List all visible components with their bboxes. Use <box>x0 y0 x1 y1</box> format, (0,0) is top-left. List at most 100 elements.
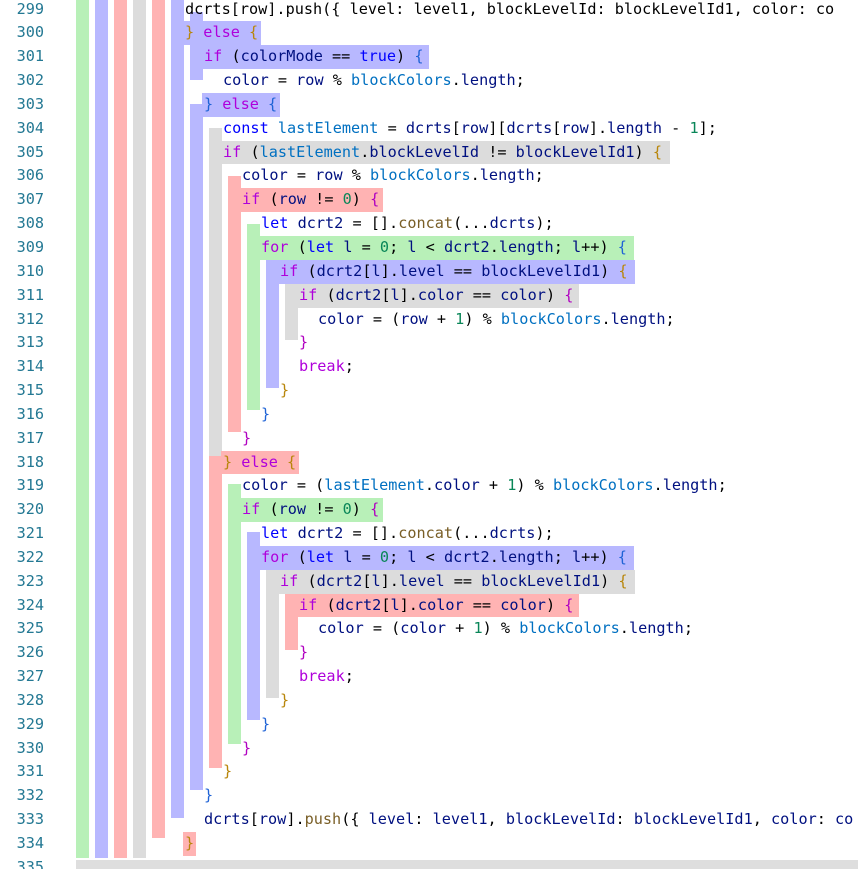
code-token: } <box>223 452 233 471</box>
code-token: ; <box>344 357 354 376</box>
horizontal-scrollbar[interactable] <box>76 860 858 869</box>
code-line[interactable]: } <box>204 784 213 808</box>
code-token: if <box>280 261 299 280</box>
code-token: ) % <box>516 476 553 495</box>
code-token: . <box>653 476 663 495</box>
line-number: 310 <box>16 261 44 280</box>
code-line[interactable]: if (dcrt2[l].level == blockLevelId1) { <box>278 259 635 284</box>
code-line[interactable]: if (row != 0) { <box>240 188 384 213</box>
code-line[interactable]: if (dcrt2[l].color == color) { <box>297 283 580 308</box>
code-token: length <box>498 547 554 566</box>
code-token: if <box>242 500 261 519</box>
code-token: true <box>359 47 397 66</box>
code-line[interactable]: color = (row + 1) % blockColors.length; <box>318 308 675 332</box>
code-line[interactable]: } else { <box>202 92 281 117</box>
code-line[interactable]: if (dcrt2[l].level == blockLevelId1) { <box>278 569 635 594</box>
code-token: { <box>617 238 627 256</box>
code-token: ++) <box>581 238 618 256</box>
code-line[interactable]: } <box>299 641 308 665</box>
code-token: l <box>371 261 381 280</box>
indent-guide <box>133 0 146 858</box>
code-line[interactable]: } <box>261 713 270 737</box>
code-line[interactable]: break; <box>299 665 354 689</box>
code-token: != <box>306 500 343 519</box>
line-number: 311 <box>16 285 44 304</box>
code-token: color <box>434 476 480 495</box>
code-token: = <box>268 71 297 90</box>
code-line[interactable]: const lastElement = dcrts[row][dcrts[row… <box>223 117 717 141</box>
line-number: 333 <box>16 810 44 829</box>
code-token: ) <box>600 571 619 590</box>
code-line[interactable]: color = row % blockColors.length; <box>242 164 544 188</box>
code-token: = []. <box>343 214 399 233</box>
code-line[interactable]: } <box>299 331 308 355</box>
code-token: ; <box>553 238 573 256</box>
code-token: else <box>213 94 269 113</box>
code-token: } <box>185 23 195 42</box>
code-line[interactable]: } else { <box>183 21 262 46</box>
line-number: 299 <box>16 0 44 18</box>
code-line[interactable]: dcrts[row].push({ level: level1, blockLe… <box>185 0 834 21</box>
code-token: l <box>572 238 582 256</box>
line-number: 313 <box>16 333 44 352</box>
code-line[interactable]: break; <box>299 355 354 379</box>
code-token: l <box>390 595 400 614</box>
code-token: blockColors <box>552 476 654 495</box>
code-line[interactable]: } else { <box>221 450 300 475</box>
code-line[interactable]: } <box>223 760 232 784</box>
code-line[interactable]: let dcrt2 = [].concat(...dcrts); <box>261 522 554 546</box>
code-line[interactable]: } <box>261 403 270 427</box>
code-token: ]; <box>698 118 717 137</box>
code-token: ++) <box>581 547 618 566</box>
code-line[interactable]: color = row % blockColors.length; <box>223 69 525 93</box>
code-token: ( <box>298 261 317 280</box>
code-token: . <box>424 476 435 495</box>
code-token: == <box>444 571 482 590</box>
code-token: color <box>500 285 546 304</box>
code-token: dcrt2 <box>316 571 363 590</box>
code-token: ) <box>545 285 565 304</box>
code-line[interactable]: color = (lastElement.color + 1) % blockC… <box>242 474 727 498</box>
code-line[interactable]: if (row != 0) { <box>240 498 384 523</box>
line-number: 323 <box>16 571 44 590</box>
code-line[interactable]: } <box>183 832 197 856</box>
code-token: + <box>446 619 474 638</box>
line-number: 307 <box>16 190 44 209</box>
code-token: color <box>318 619 364 638</box>
code-line[interactable]: for (let l = 0; l < dcrt2.length; l++) { <box>259 236 635 260</box>
code-line[interactable]: if (lastElement.blockLevelId != blockLev… <box>221 140 671 165</box>
code-token: ; <box>683 619 693 638</box>
code-line[interactable]: } <box>242 427 251 451</box>
code-token: length <box>628 619 684 638</box>
line-number-gutter: 299 300 301 302 303 304 305 306 307 308 309 310 311 3… <box>0 0 60 869</box>
code-line[interactable]: } <box>280 689 289 713</box>
code-editor[interactable]: 299 300 301 302 303 304 305 306 307 308 309 310 311 3… <box>0 0 866 869</box>
line-number: 306 <box>16 166 44 185</box>
code-token: } <box>204 94 214 113</box>
code-line[interactable]: let dcrt2 = [].concat(...dcrts); <box>261 212 554 236</box>
code-token: { <box>564 285 574 304</box>
code-line[interactable]: color = (color + 1) % blockColors.length… <box>318 617 693 641</box>
code-line[interactable]: } <box>242 737 251 761</box>
code-token: + <box>479 476 508 495</box>
code-token: = <box>287 166 316 185</box>
code-token: ; <box>389 547 408 566</box>
line-number: 329 <box>16 714 44 733</box>
code-token: == <box>322 47 360 66</box>
code-line[interactable]: } <box>280 379 289 403</box>
code-line[interactable]: dcrts[row].push({ level: level1, blockLe… <box>204 808 853 832</box>
code-token: let <box>261 524 289 543</box>
code-line[interactable]: if (colorMode == true) { <box>202 45 429 70</box>
code-token: = ( <box>363 309 401 328</box>
code-area[interactable]: dcrts[row].push({ level: level1, blockLe… <box>60 0 866 869</box>
code-token: concat <box>398 524 454 543</box>
code-token: . <box>489 547 499 566</box>
code-line[interactable]: for (let l = 0; l < dcrt2.length; l++) { <box>259 545 635 570</box>
code-token: ) <box>351 500 371 519</box>
code-line[interactable]: if (dcrt2[l].color == color) { <box>297 593 580 618</box>
code-token: dcrt2 <box>443 547 490 566</box>
